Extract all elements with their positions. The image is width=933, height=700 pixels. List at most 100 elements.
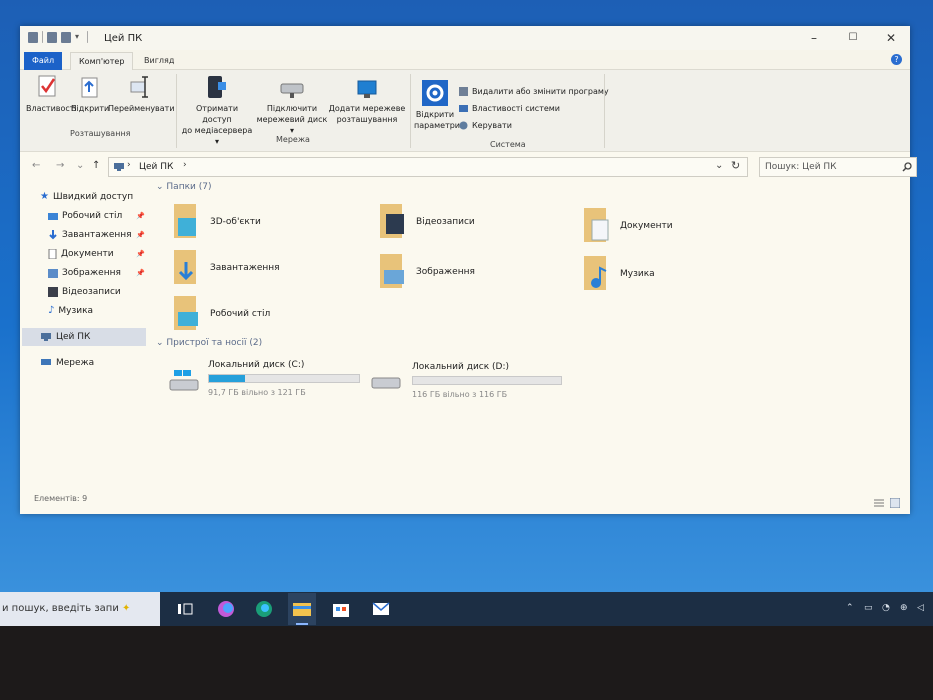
breadcrumb-chevron[interactable]: ›: [127, 160, 131, 170]
sidebar-item-downloads[interactable]: Завантаження 📌: [48, 226, 148, 244]
add-location-label-2: розташування: [336, 115, 398, 124]
sidebar-item-documents[interactable]: Документи 📌: [48, 245, 148, 263]
taskbar-search-box[interactable]: и пошук, введіть запи ✦: [0, 592, 160, 626]
address-row: ← → ⌄ ↑ › Цей ПК › ⌄ ↻ Пошук: Цей ПК: [20, 152, 917, 182]
address-bar[interactable]: › Цей ПК › ⌄ ↻: [108, 157, 748, 177]
folder-3d-objects[interactable]: 3D-об'єкти: [170, 204, 261, 240]
sidebar-item-music[interactable]: ♪ Музика: [48, 302, 93, 320]
back-button[interactable]: ←: [32, 160, 40, 171]
pin-icon: 📌: [136, 231, 145, 239]
folder-desktop[interactable]: Робочий стіл: [170, 296, 270, 332]
sidebar-item-label: Завантаження: [62, 230, 132, 240]
folder-downloads[interactable]: Завантаження: [170, 250, 280, 286]
folders-section-header[interactable]: ⌄ Папки (7): [156, 182, 211, 192]
globe-icon[interactable]: ⊕: [900, 603, 908, 613]
sidebar-network[interactable]: Мережа: [40, 354, 94, 372]
details-view-icon[interactable]: [874, 498, 884, 508]
properties-qat-icon[interactable]: [47, 31, 57, 43]
help-icon[interactable]: ?: [891, 54, 902, 65]
system-properties-icon: [459, 105, 468, 112]
drive-icon: [371, 377, 401, 389]
open-label: Відкрити: [71, 104, 110, 113]
wifi-icon[interactable]: ◔: [882, 603, 890, 613]
properties-icon: [38, 75, 56, 97]
tray-overflow-icon[interactable]: ⌃: [846, 603, 854, 613]
devices-header-label: Пристрої та носії (2): [166, 338, 263, 348]
manage-label: Керувати: [472, 121, 512, 130]
refresh-icon[interactable]: ↻: [731, 159, 740, 172]
folder-label: Робочий стіл: [210, 309, 271, 319]
maximize-button[interactable]: ☐: [834, 26, 872, 50]
tab-view[interactable]: Вигляд: [136, 52, 182, 70]
collapse-chevron-icon: ⌄: [156, 338, 167, 348]
large-icons-view-icon[interactable]: [890, 498, 900, 508]
uninstall-program-button[interactable]: Видалити або змінити програму: [458, 86, 609, 97]
media-server-button[interactable]: Отримати доступ до медіасервера ▾: [180, 74, 254, 147]
up-button[interactable]: ↑: [92, 160, 100, 171]
store-icon[interactable]: [331, 599, 351, 619]
media-server-label-1: Отримати доступ: [195, 104, 239, 124]
open-button[interactable]: Відкрити: [71, 74, 109, 114]
recent-locations-button[interactable]: ⌄: [76, 160, 84, 171]
item-count: Елементів: 9: [34, 494, 88, 503]
tab-file[interactable]: Файл: [24, 52, 63, 70]
sidebar-item-videos[interactable]: Відеозаписи: [48, 283, 121, 301]
new-folder-qat-icon[interactable]: [61, 31, 71, 43]
ribbon-tabs: Файл Комп'ютер Вигляд ?: [20, 50, 910, 70]
minimize-button[interactable]: –: [795, 26, 833, 50]
folders-header-label: Папки (7): [166, 182, 212, 192]
videos-icon: [48, 287, 58, 297]
open-settings-button[interactable]: Відкрити параметри: [414, 80, 460, 131]
customize-qat-icon[interactable]: ▾: [75, 33, 83, 41]
search-box[interactable]: Пошук: Цей ПК: [759, 157, 917, 177]
ribbon-separator: [410, 74, 411, 148]
network-location-icon: [357, 80, 377, 98]
battery-icon[interactable]: ▭: [864, 603, 873, 613]
open-icon: [81, 77, 98, 98]
system-properties-button[interactable]: Властивості системи: [458, 103, 560, 114]
this-pc-label: Цей ПК: [56, 332, 91, 342]
manage-icon: [459, 121, 468, 130]
sidebar-item-label: Зображення: [62, 268, 121, 278]
sidebar-item-desktop[interactable]: Робочий стіл 📌: [48, 207, 148, 225]
speaker-icon[interactable]: ◁: [917, 603, 924, 613]
breadcrumb-this-pc[interactable]: Цей ПК: [139, 162, 173, 172]
address-dropdown-icon[interactable]: ⌄: [715, 160, 723, 171]
tab-computer[interactable]: Комп'ютер: [70, 52, 134, 70]
devices-section-header[interactable]: ⌄ Пристрої та носії (2): [156, 338, 262, 348]
title-bar: ▾ Цей ПК – ☐ ✕: [20, 26, 910, 50]
drive-d[interactable]: Локальний диск (D:) 116 ГБ вільно з 116 …: [370, 360, 570, 404]
collapse-chevron-icon: ⌄: [156, 182, 167, 192]
folder-label: 3D-об'єкти: [210, 217, 261, 227]
media-server-label-2: до медіасервера ▾: [181, 126, 253, 146]
map-network-drive-button[interactable]: Підключити мережевий диск ▾: [256, 78, 328, 136]
add-network-location-button[interactable]: Додати мережеве розташування: [328, 78, 406, 125]
close-button[interactable]: ✕: [872, 26, 910, 50]
download-icon: [49, 230, 57, 240]
network-drive-icon: [280, 83, 304, 98]
sidebar-this-pc[interactable]: Цей ПК: [40, 328, 90, 346]
group-network-label: Мережа: [276, 135, 310, 144]
folder-documents[interactable]: Документи: [580, 208, 673, 244]
folder-music[interactable]: Музика: [580, 256, 655, 292]
manage-button[interactable]: Керувати: [458, 120, 512, 131]
task-view-icon[interactable]: [175, 599, 195, 619]
search-input[interactable]: Пошук: Цей ПК: [765, 162, 837, 172]
forward-button[interactable]: →: [56, 160, 64, 171]
copilot-icon[interactable]: [216, 599, 236, 619]
properties-button[interactable]: Властивості: [26, 74, 77, 114]
add-location-label-1: Додати мережеве: [328, 104, 406, 113]
network-label: Мережа: [56, 358, 95, 368]
star-icon: ★: [40, 191, 49, 202]
sidebar-item-pictures[interactable]: Зображення 📌: [48, 264, 148, 282]
rename-button[interactable]: Перейменувати: [108, 74, 175, 114]
sidebar-quick-access[interactable]: ★ Швидкий доступ: [40, 188, 133, 206]
breadcrumb-chevron[interactable]: ›: [183, 160, 187, 170]
drive-c[interactable]: Локальний диск (C:) 91,7 ГБ вільно з 121…: [168, 358, 368, 402]
file-explorer-icon[interactable]: [292, 599, 312, 619]
edge-icon[interactable]: [254, 599, 274, 619]
folder-pictures[interactable]: Зображення: [376, 254, 475, 290]
mail-icon[interactable]: [371, 599, 391, 619]
search-icon: [902, 162, 912, 172]
folder-videos[interactable]: Відеозаписи: [376, 204, 475, 240]
